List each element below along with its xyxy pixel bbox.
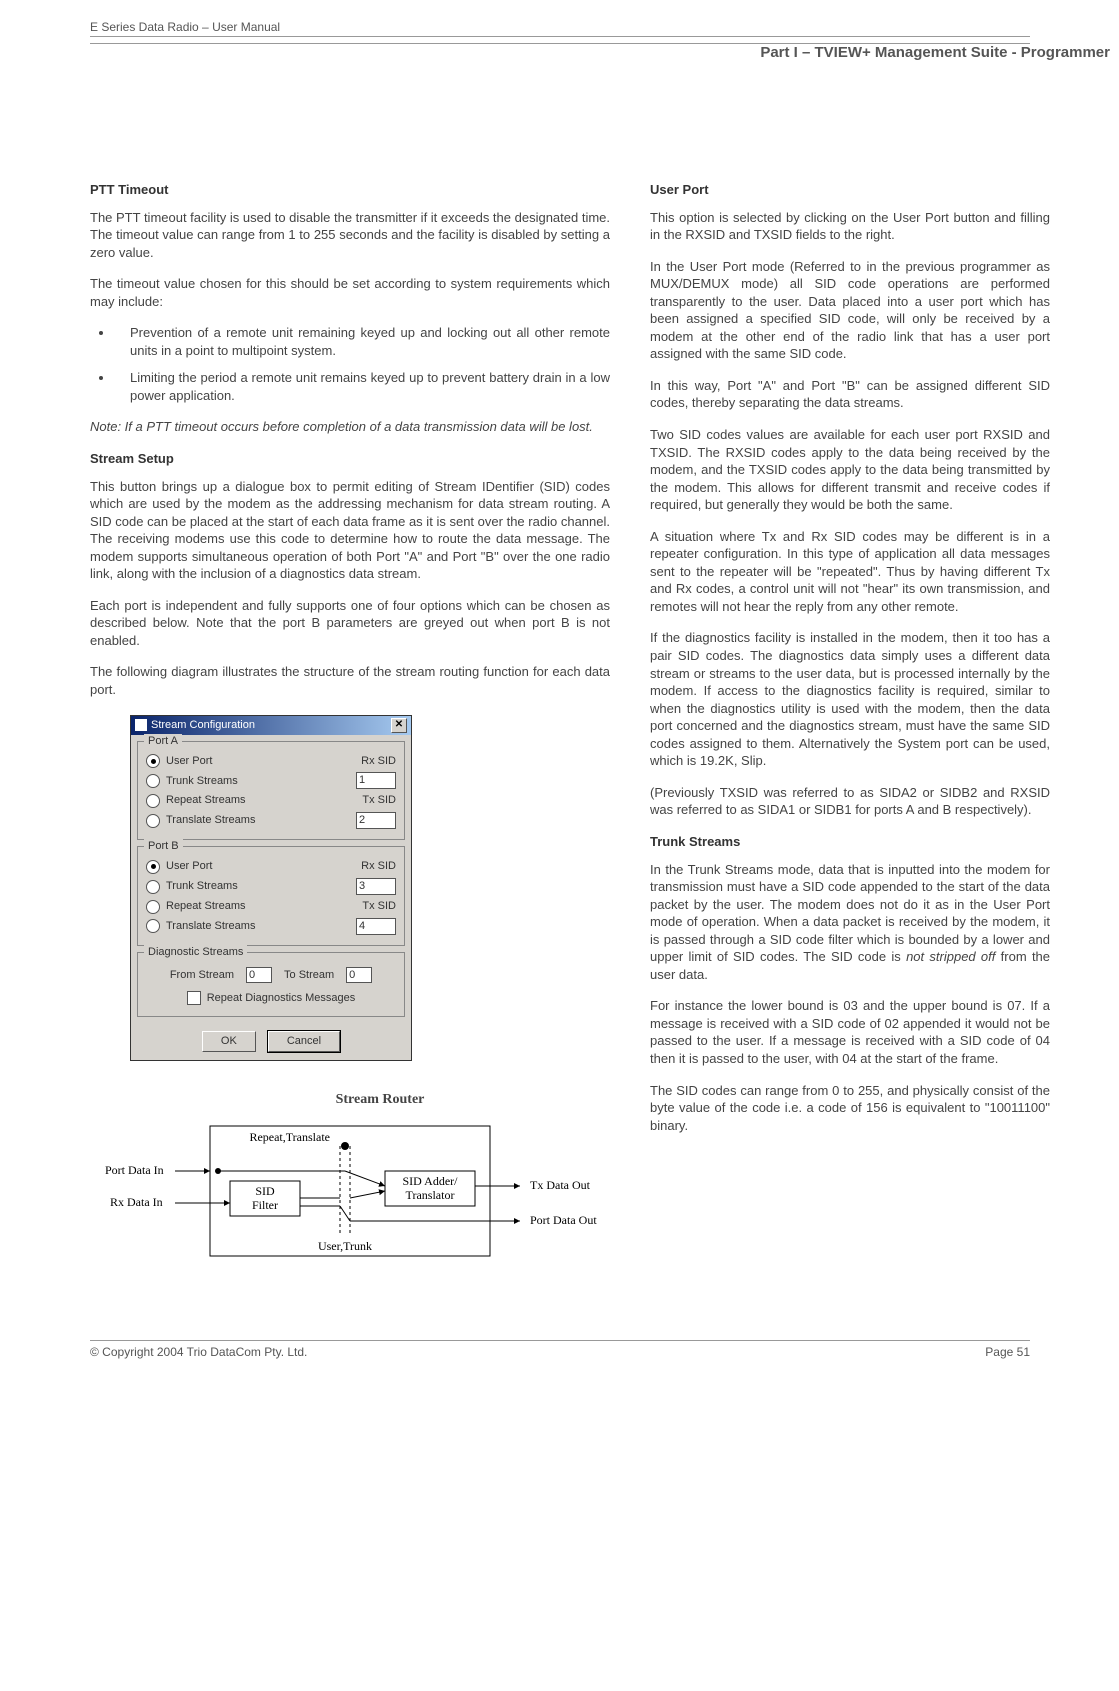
- svg-text:Rx Data In: Rx Data In: [110, 1195, 163, 1209]
- page-number: Page 51: [985, 1345, 1030, 1359]
- paragraph: The PTT timeout facility is used to disa…: [90, 209, 610, 262]
- repeat-diagnostics-checkbox[interactable]: [187, 991, 201, 1005]
- right-column: User Port This option is selected by cli…: [650, 181, 1050, 1270]
- paragraph: This button brings up a dialogue box to …: [90, 478, 610, 583]
- radio-trunk-streams-b[interactable]: [146, 880, 160, 894]
- heading-stream-setup: Stream Setup: [90, 450, 610, 468]
- radio-translate-streams-b[interactable]: [146, 919, 160, 933]
- bullet: Prevention of a remote unit remaining ke…: [114, 324, 610, 359]
- stream-router-diagram: Stream Router SID Filter SID Add: [90, 1091, 610, 1270]
- radio-label: Translate Streams: [166, 813, 255, 828]
- close-icon[interactable]: ✕: [391, 718, 407, 733]
- paragraph: The SID codes can range from 0 to 255, a…: [650, 1082, 1050, 1135]
- from-stream-input[interactable]: 0: [246, 967, 272, 983]
- port-b-legend: Port B: [144, 839, 183, 854]
- svg-text:SID: SID: [255, 1184, 275, 1198]
- paragraph: For instance the lower bound is 03 and t…: [650, 997, 1050, 1067]
- paragraph: (Previously TXSID was referred to as SID…: [650, 784, 1050, 819]
- paragraph: If the diagnostics facility is installed…: [650, 629, 1050, 769]
- note-paragraph: Note: If a PTT timeout occurs before com…: [90, 418, 610, 436]
- dialog-icon: [135, 719, 147, 731]
- paragraph: In this way, Port "A" and Port "B" can b…: [650, 377, 1050, 412]
- port-a-legend: Port A: [144, 734, 182, 749]
- paragraph: Two SID codes values are available for e…: [650, 426, 1050, 514]
- port-a-group: Port A User Port Rx SID Trunk Stream: [137, 741, 405, 841]
- heading-user-port: User Port: [650, 181, 1050, 199]
- to-stream-input[interactable]: 0: [346, 967, 372, 983]
- router-title: Stream Router: [150, 1091, 610, 1110]
- paragraph: The timeout value chosen for this should…: [90, 275, 610, 310]
- paragraph: The following diagram illustrates the st…: [90, 663, 610, 698]
- radio-user-port-b[interactable]: [146, 860, 160, 874]
- diag-legend: Diagnostic Streams: [144, 945, 247, 960]
- section-title: Part I – TVIEW+ Management Suite - Progr…: [90, 44, 1110, 61]
- radio-repeat-streams-b[interactable]: [146, 900, 160, 914]
- rx-sid-label-b: Rx SID: [361, 859, 396, 874]
- cancel-button[interactable]: Cancel: [268, 1031, 340, 1052]
- rx-sid-label-a: Rx SID: [361, 754, 396, 769]
- paragraph: In the User Port mode (Referred to in th…: [650, 258, 1050, 363]
- copyright: © Copyright 2004 Trio DataCom Pty. Ltd.: [90, 1345, 307, 1359]
- port-b-group: Port B User Port Rx SID Trunk Stream: [137, 846, 405, 946]
- diagnostic-streams-group: Diagnostic Streams From Stream 0 To Stre…: [137, 952, 405, 1017]
- radio-trunk-streams-a[interactable]: [146, 774, 160, 788]
- left-column: PTT Timeout The PTT timeout facility is …: [90, 181, 610, 1270]
- tx-sid-input-b[interactable]: 4: [356, 918, 396, 935]
- radio-label: Translate Streams: [166, 919, 255, 934]
- tx-sid-label-b: Tx SID: [362, 899, 396, 914]
- svg-text:User,Trunk: User,Trunk: [318, 1239, 372, 1253]
- radio-label: User Port: [166, 859, 212, 874]
- dialog-title: Stream Configuration: [151, 718, 255, 733]
- manual-header: E Series Data Radio – User Manual: [90, 20, 1030, 37]
- from-stream-label: From Stream: [170, 968, 234, 983]
- radio-label: Trunk Streams: [166, 774, 238, 789]
- radio-repeat-streams-a[interactable]: [146, 794, 160, 808]
- paragraph: This option is selected by clicking on t…: [650, 209, 1050, 244]
- to-stream-label: To Stream: [284, 968, 334, 983]
- rx-sid-input-a[interactable]: 1: [356, 772, 396, 789]
- repeat-diagnostics-label: Repeat Diagnostics Messages: [207, 991, 356, 1006]
- ok-button[interactable]: OK: [202, 1031, 256, 1052]
- svg-text:Tx Data Out: Tx Data Out: [530, 1178, 591, 1192]
- radio-label: Repeat Streams: [166, 899, 245, 914]
- radio-translate-streams-a[interactable]: [146, 814, 160, 828]
- stream-configuration-dialog: Stream Configuration ✕ Port A User Port: [130, 715, 412, 1061]
- svg-text:Port Data Out: Port Data Out: [530, 1213, 597, 1227]
- rx-sid-input-b[interactable]: 3: [356, 878, 396, 895]
- paragraph: A situation where Tx and Rx SID codes ma…: [650, 528, 1050, 616]
- bullet: Limiting the period a remote unit remain…: [114, 369, 610, 404]
- radio-user-port-a[interactable]: [146, 754, 160, 768]
- paragraph: Each port is independent and fully suppo…: [90, 597, 610, 650]
- svg-text:SID Adder/: SID Adder/: [403, 1174, 459, 1188]
- radio-label: Repeat Streams: [166, 793, 245, 808]
- tx-sid-input-a[interactable]: 2: [356, 812, 396, 829]
- paragraph: In the Trunk Streams mode, data that is …: [650, 861, 1050, 984]
- tx-sid-label-a: Tx SID: [362, 793, 396, 808]
- svg-text:Port Data In: Port Data In: [105, 1163, 164, 1177]
- svg-text:Repeat,Translate: Repeat,Translate: [249, 1130, 330, 1144]
- heading-ptt-timeout: PTT Timeout: [90, 181, 610, 199]
- svg-text:Translator: Translator: [406, 1188, 455, 1202]
- heading-trunk-streams: Trunk Streams: [650, 833, 1050, 851]
- svg-text:Filter: Filter: [252, 1198, 278, 1212]
- radio-label: Trunk Streams: [166, 879, 238, 894]
- radio-label: User Port: [166, 754, 212, 769]
